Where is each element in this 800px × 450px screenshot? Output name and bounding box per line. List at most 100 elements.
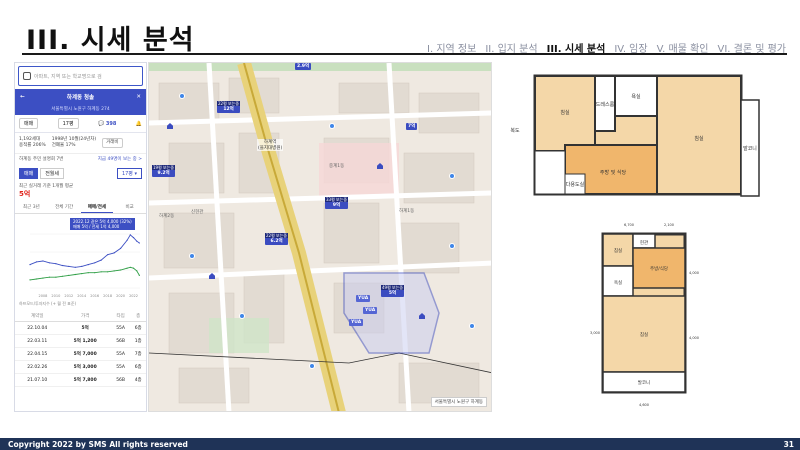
tab-all[interactable]: 전체 기간 bbox=[48, 202, 81, 213]
compare-button[interactable]: 거래비 bbox=[102, 138, 123, 148]
nav-item-listing[interactable]: V. 매물 확인 bbox=[657, 40, 709, 55]
chart-point bbox=[87, 264, 89, 266]
map-poi-dot[interactable] bbox=[449, 173, 455, 179]
map-price-marker[interactable]: 22평 보는중 6.2억 bbox=[265, 233, 289, 245]
map-price-marker[interactable]: 19평 보는중 9.2억 bbox=[152, 165, 176, 177]
map-price-marker[interactable]: 49평 보는중 5억 bbox=[381, 285, 405, 297]
plan2-room-label: 발코니 bbox=[638, 379, 650, 386]
deals-header: 층 bbox=[130, 311, 146, 322]
chart-x-tick-label: 2008 bbox=[38, 294, 47, 298]
tab-sale-jeonse[interactable]: 매매/전세 bbox=[80, 202, 114, 213]
plan2-room-label: 주방/식당 bbox=[650, 265, 668, 272]
trade-toggles: 매매 전월세 17평 ▾ bbox=[15, 164, 146, 183]
map-attribution: 서울특별시 노원구 하계동 bbox=[430, 397, 487, 407]
chart-point bbox=[129, 266, 131, 268]
nav-item-price[interactable]: III. 시세 분석 bbox=[547, 40, 606, 55]
plan1-side-label: 복도 bbox=[510, 128, 520, 134]
plan2-dimension: 4,600 bbox=[639, 403, 649, 407]
map-cluster[interactable]: YUA bbox=[363, 307, 378, 314]
tab-compare[interactable]: 비교 bbox=[113, 202, 146, 213]
chart-point bbox=[138, 242, 140, 244]
back-icon[interactable]: ← bbox=[20, 94, 25, 100]
plan1-room-label: 다용도실 bbox=[566, 181, 585, 188]
map-cluster[interactable]: YUA bbox=[349, 319, 364, 326]
chart-x-tick-label: 2010 bbox=[51, 294, 60, 298]
deals-header: 가격 bbox=[59, 311, 111, 322]
map-area-label: 하계1동 bbox=[399, 209, 415, 214]
plan1-room-label: 침실 bbox=[694, 135, 704, 142]
map-poi-dot[interactable] bbox=[329, 123, 335, 129]
chart-point bbox=[61, 264, 63, 267]
map-base bbox=[149, 63, 491, 411]
map-poi-dot[interactable] bbox=[449, 243, 455, 249]
chart-point bbox=[29, 279, 31, 281]
trade-type-select[interactable]: 매매 bbox=[19, 118, 39, 129]
area-select[interactable]: 17평 bbox=[57, 118, 79, 129]
map-area-label: 신현관 bbox=[191, 210, 204, 215]
map-cluster[interactable]: YUA bbox=[356, 295, 371, 302]
chart-tabs: 최근 3년 전체 기간 매매/전세 비교 bbox=[15, 202, 146, 214]
nav-item-conclusion[interactable]: VI. 결론 및 평가 bbox=[717, 40, 786, 55]
plan2-room-label: 침실 bbox=[614, 247, 622, 254]
price-chart: 2022.12 같은 5억 4,000 (32%) 매매 5억 / 전세 1억 4… bbox=[18, 216, 143, 300]
map-poi-dot[interactable] bbox=[239, 313, 245, 319]
chart-point bbox=[81, 273, 83, 275]
real-estate-app-panel: 아파트, 지역 또는 학교명으로 검 ← 하계동 청솔 ✕ 서울특별시 노원구 … bbox=[14, 62, 147, 412]
chart-series-line-1 bbox=[29, 266, 140, 281]
chart-point bbox=[48, 262, 51, 264]
floor-plan-2: 현관 침실 주방/식당 욕실 침실 발코니 6,700 2,100 4,000 … bbox=[590, 223, 699, 407]
close-icon[interactable]: ✕ bbox=[136, 94, 141, 100]
table-row[interactable]: 22.03.11 5억 1,200 56B 1층 bbox=[15, 334, 146, 348]
map-price-marker[interactable]: 2.9억 bbox=[295, 63, 312, 70]
map-poi-dot[interactable] bbox=[469, 323, 475, 329]
filter-bar: 매매 17평 💬 398 🔔 bbox=[15, 115, 146, 133]
chart-point bbox=[35, 278, 38, 280]
map-poi-dot[interactable] bbox=[189, 253, 195, 259]
nav-item-visit[interactable]: IV. 임장 bbox=[614, 40, 647, 55]
chart-point bbox=[35, 261, 38, 263]
chart-point bbox=[55, 276, 57, 278]
map-price-marker[interactable]: 7억 bbox=[406, 123, 418, 130]
plan1-room-label: 침실 bbox=[560, 109, 570, 116]
table-row[interactable]: 21.07.10 5억 7,800 56B 4층 bbox=[15, 373, 146, 387]
chart-point bbox=[119, 247, 122, 249]
chart-x-tick-label: 2014 bbox=[77, 294, 87, 298]
table-row[interactable]: 22.02.26 5억 3,000 55A 6층 bbox=[15, 360, 146, 374]
page-title: III. 시세 분석 bbox=[26, 25, 195, 56]
map-poi-dot[interactable] bbox=[179, 93, 185, 99]
search-input[interactable]: 아파트, 지역 또는 학교명으로 검 bbox=[18, 66, 143, 86]
table-row[interactable]: 22.04.15 5억 7,000 55A 7층 bbox=[15, 347, 146, 361]
chart-point bbox=[126, 267, 128, 269]
map-view[interactable]: 2.9억 22평 보는중 12억 7억 19평 보는중 9.2억 33평 보는중 9억… bbox=[148, 62, 492, 412]
deals-header: 타입 bbox=[110, 311, 131, 322]
map-price-marker[interactable]: 33평 보는중 9억 bbox=[325, 197, 349, 209]
chart-x-tick-label: 2016 bbox=[90, 294, 99, 298]
chart-point bbox=[87, 272, 89, 274]
chart-point bbox=[107, 254, 109, 256]
chart-point bbox=[55, 263, 57, 265]
nav-item-location[interactable]: II. 입지 분석 bbox=[485, 40, 537, 55]
plan2-dimension: 6,700 bbox=[624, 223, 634, 227]
page-number: 31 bbox=[783, 440, 794, 449]
toggle-sale[interactable]: 매매 bbox=[19, 168, 39, 179]
map-price-marker[interactable]: 22평 보는중 12억 bbox=[217, 101, 241, 113]
map-poi-dot[interactable] bbox=[309, 363, 315, 369]
area-dropdown[interactable]: 17평 ▾ bbox=[116, 168, 142, 179]
bell-icon[interactable]: 🔔 bbox=[136, 121, 142, 127]
chart-series-line-0 bbox=[29, 234, 140, 268]
nav-item-region[interactable]: I. 지역 정보 bbox=[427, 40, 476, 55]
plan1-room-label: 발코니 bbox=[743, 145, 757, 152]
tab-3y[interactable]: 최근 3년 bbox=[15, 202, 48, 213]
toggle-jeonse[interactable]: 전월세 bbox=[40, 168, 65, 179]
plan2-room-label: 침실 bbox=[640, 331, 648, 338]
chart-point bbox=[136, 240, 138, 242]
subway-station-label[interactable]: 하계역 (을지대병원) bbox=[257, 139, 284, 151]
chart-point bbox=[42, 260, 44, 262]
plan2-dimension: 3,000 bbox=[590, 331, 600, 335]
table-row[interactable]: 22.10.04 5억 55A 6층 bbox=[15, 321, 146, 335]
chart-point bbox=[126, 239, 128, 241]
deals-header: 계약일 bbox=[15, 311, 60, 322]
nearby-link[interactable]: 지금 49명이 보는 중 > bbox=[98, 156, 142, 162]
comment-count[interactable]: 💬 398 bbox=[98, 121, 116, 127]
chart-point bbox=[100, 259, 102, 261]
